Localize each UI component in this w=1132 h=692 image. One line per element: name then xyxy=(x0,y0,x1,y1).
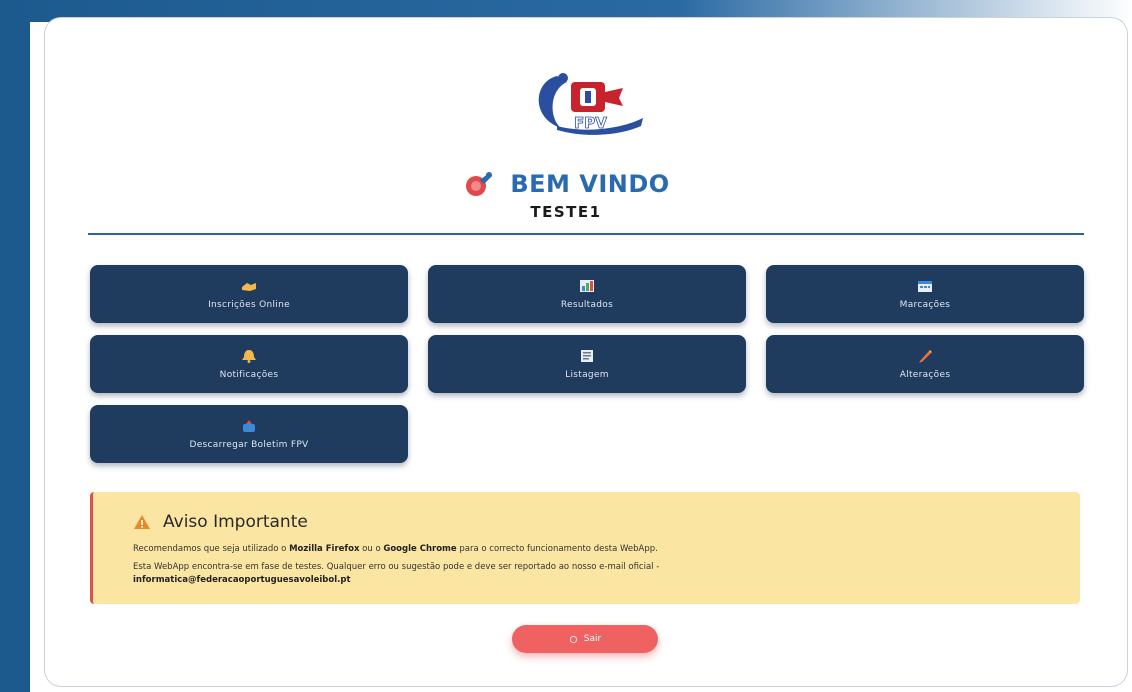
bell-icon xyxy=(242,349,256,363)
download-icon xyxy=(243,419,255,432)
browser-chrome: Google Chrome xyxy=(383,544,457,554)
tile-marcacoes[interactable]: Marcações xyxy=(766,265,1084,323)
tile-label: Alterações xyxy=(899,369,951,380)
tile-inscricoes-online[interactable]: Inscrições Online xyxy=(90,265,408,323)
fpv-logo: FPV xyxy=(527,68,649,136)
tile-label: Notificações xyxy=(219,369,279,380)
rocket-icon xyxy=(466,172,493,196)
tile-descarregar-boletim[interactable]: Descarregar Boletim FPV xyxy=(90,405,408,463)
browser-firefox: Mozilla Firefox xyxy=(289,544,360,554)
calendar-icon xyxy=(918,280,932,292)
tile-alteracoes[interactable]: Alterações xyxy=(766,335,1084,393)
tile-label: Resultados xyxy=(560,299,614,310)
tile-listagem[interactable]: Listagem xyxy=(428,335,746,393)
list-icon xyxy=(581,349,593,362)
tile-resultados[interactable]: Resultados xyxy=(428,265,746,323)
tile-notificacoes[interactable]: Notificações xyxy=(90,335,408,393)
tile-label: Descarregar Boletim FPV xyxy=(189,439,309,450)
logout-button[interactable]: Sair xyxy=(512,625,658,653)
welcome-row: BEM VINDO xyxy=(0,170,1132,198)
notice-line-2: Esta WebApp encontra-se em fase de teste… xyxy=(133,562,660,572)
important-notice: Aviso Importante Recomendamos que seja u… xyxy=(90,492,1080,604)
tile-label: Listagem xyxy=(565,369,609,380)
header-divider xyxy=(88,233,1084,235)
notice-title: Aviso Importante xyxy=(163,512,308,532)
notice-title-row: Aviso Importante xyxy=(133,512,308,532)
tile-label: Inscrições Online xyxy=(208,299,290,310)
notice-line-1: Recomendamos que seja utilizado o Mozill… xyxy=(133,544,658,554)
logout-icon xyxy=(569,635,577,643)
handshake-icon xyxy=(242,282,256,291)
chart-icon xyxy=(580,279,594,292)
tile-label: Marcações xyxy=(899,299,951,310)
pencil-icon xyxy=(919,349,932,362)
welcome-title: BEM VINDO xyxy=(510,170,670,198)
username-label: TESTE1 xyxy=(530,203,602,221)
window-frame-left xyxy=(0,0,30,692)
warning-icon xyxy=(134,515,150,529)
notice-email[interactable]: informatica@federacaoportuguesavoleibol.… xyxy=(133,575,351,585)
logout-label: Sair xyxy=(583,634,602,644)
svg-text:FPV: FPV xyxy=(574,114,607,132)
